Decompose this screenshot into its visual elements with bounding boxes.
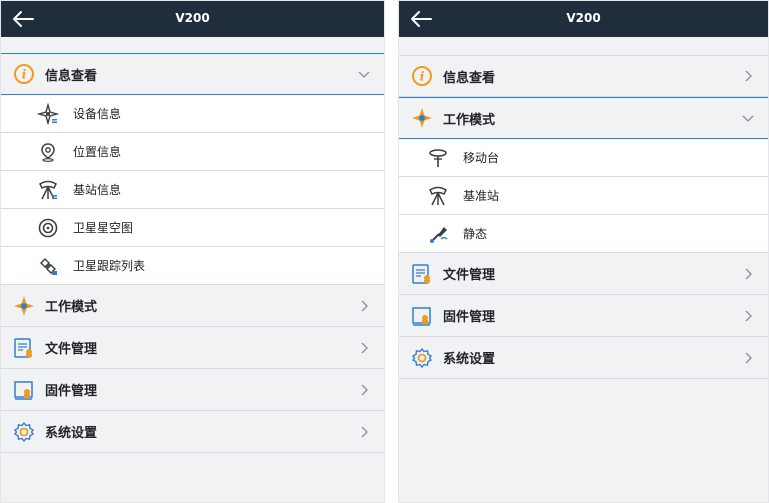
section-file-management[interactable]: 文件管理 bbox=[1, 327, 384, 369]
info-icon: i bbox=[411, 65, 433, 87]
location-pin-icon bbox=[37, 141, 59, 163]
section-label: 系统设置 bbox=[443, 352, 496, 367]
file-management-icon bbox=[411, 263, 433, 285]
subitem-rover[interactable]: 移动台 bbox=[399, 139, 768, 177]
section-info[interactable]: i 信息查看 bbox=[1, 53, 384, 95]
subitem-base-station[interactable]: 基准站 bbox=[399, 177, 768, 215]
chevron-right-icon bbox=[361, 342, 368, 353]
section-system-settings[interactable]: 系统设置 bbox=[399, 337, 768, 379]
chevron-right-icon bbox=[745, 70, 752, 82]
section-work-mode[interactable]: 工作模式 bbox=[399, 97, 768, 139]
rover-icon bbox=[427, 147, 449, 169]
section-info[interactable]: i 信息查看 bbox=[399, 55, 768, 97]
subitem-label: 基站信息 bbox=[73, 183, 122, 197]
file-management-icon bbox=[13, 337, 35, 359]
section-work-mode[interactable]: 工作模式 bbox=[1, 285, 384, 327]
work-mode-icon bbox=[411, 107, 433, 129]
settings-gear-icon bbox=[13, 421, 35, 443]
subitem-sky-plot[interactable]: 卫星星空图 bbox=[1, 209, 384, 247]
section-firmware-management[interactable]: 固件管理 bbox=[1, 369, 384, 411]
section-firmware-management[interactable]: 固件管理 bbox=[399, 295, 768, 337]
base-station-icon bbox=[37, 179, 59, 201]
chevron-right-icon bbox=[745, 268, 752, 279]
subitem-base-station-info[interactable]: 基站信息 bbox=[1, 171, 384, 209]
subitem-label: 基准站 bbox=[463, 189, 500, 203]
chevron-right-icon bbox=[745, 352, 752, 363]
subitem-label: 移动台 bbox=[463, 151, 500, 165]
subitem-label: 静态 bbox=[463, 227, 488, 241]
section-label: 工作模式 bbox=[45, 300, 98, 315]
subitem-device-info[interactable]: 设备信息 bbox=[1, 95, 384, 133]
section-file-management[interactable]: 文件管理 bbox=[399, 253, 768, 295]
chevron-right-icon bbox=[745, 310, 752, 321]
page-title: V200 bbox=[175, 11, 210, 25]
section-label: 文件管理 bbox=[443, 268, 496, 283]
title-bar: V200 bbox=[399, 1, 768, 37]
chevron-right-icon bbox=[361, 300, 368, 311]
subitem-label: 卫星跟踪列表 bbox=[73, 259, 146, 273]
left-panel: V200 i 信息查看 设备信息 位置信息 基站信息 卫星星空图 卫星跟踪列表 … bbox=[0, 0, 385, 503]
subitem-satellite-tracking-list[interactable]: 卫星跟踪列表 bbox=[1, 247, 384, 285]
title-bar: V200 bbox=[1, 1, 384, 37]
subitem-label: 设备信息 bbox=[73, 107, 122, 121]
satellite-track-icon bbox=[37, 255, 59, 277]
section-label: 固件管理 bbox=[443, 310, 496, 325]
chevron-down-icon bbox=[358, 71, 370, 78]
section-label: 信息查看 bbox=[443, 70, 496, 86]
svg-text:i: i bbox=[22, 68, 27, 82]
section-label: 文件管理 bbox=[45, 342, 98, 357]
subitem-static[interactable]: 静态 bbox=[399, 215, 768, 253]
section-label: 系统设置 bbox=[45, 426, 98, 441]
section-label: 固件管理 bbox=[45, 384, 98, 399]
sky-plot-icon bbox=[37, 217, 59, 239]
subitem-label: 位置信息 bbox=[73, 145, 122, 159]
firmware-icon bbox=[411, 305, 433, 327]
firmware-icon bbox=[13, 379, 35, 401]
settings-gear-icon bbox=[411, 347, 433, 369]
static-survey-icon bbox=[427, 223, 449, 245]
section-label: 信息查看 bbox=[45, 68, 98, 84]
base-station-icon bbox=[427, 185, 449, 207]
subitem-label: 卫星星空图 bbox=[73, 221, 134, 235]
work-mode-icon bbox=[13, 295, 35, 317]
section-system-settings[interactable]: 系统设置 bbox=[1, 411, 384, 453]
subitem-location-info[interactable]: 位置信息 bbox=[1, 133, 384, 171]
chevron-right-icon bbox=[361, 426, 368, 437]
page-title: V200 bbox=[566, 11, 601, 25]
chevron-right-icon bbox=[361, 384, 368, 395]
info-icon: i bbox=[13, 63, 35, 85]
chevron-down-icon bbox=[742, 115, 754, 122]
svg-text:i: i bbox=[420, 70, 425, 84]
device-compass-icon bbox=[37, 102, 59, 125]
section-label: 工作模式 bbox=[443, 112, 496, 128]
right-panel: V200 i 信息查看 工作模式 移动台 基准站 静态 文件管理 固件管理 系统… bbox=[398, 0, 769, 503]
